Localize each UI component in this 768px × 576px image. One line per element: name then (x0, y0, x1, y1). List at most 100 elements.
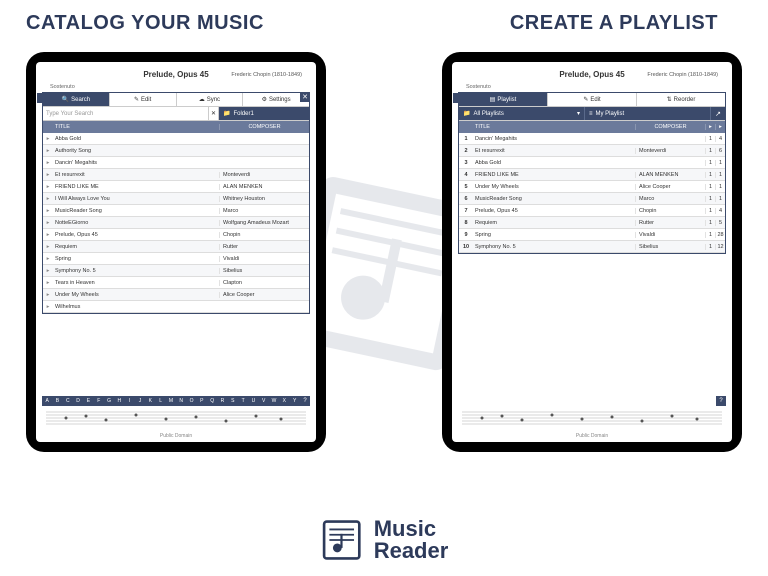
row-title: Spring (473, 232, 635, 238)
folder-icon: 📁 (463, 110, 470, 117)
table-row[interactable]: 3Abba Gold11 (459, 157, 725, 169)
table-row[interactable]: 9SpringVivaldi128 (459, 229, 725, 241)
alpha-N[interactable]: N (176, 396, 186, 406)
table-row[interactable]: ▸NotteEGiornoWolfgang Amadeus Mozart (43, 217, 309, 229)
table-row[interactable]: ▸Under My WheelsAlice Cooper (43, 289, 309, 301)
alpha-Y[interactable]: Y (290, 396, 300, 406)
alpha-H[interactable]: H (114, 396, 124, 406)
alpha-Q[interactable]: Q (207, 396, 217, 406)
alpha-K[interactable]: K (145, 396, 155, 406)
row-title: Symphony No. 5 (53, 268, 219, 274)
score-composer: Frederic Chopin (1810-1849) (231, 72, 302, 78)
all-playlists-dropdown[interactable]: 📁All Playlists▾ (459, 107, 585, 120)
alpha-E[interactable]: E (83, 396, 93, 406)
table-row[interactable]: ▸Symphony No. 5Sibelius (43, 265, 309, 277)
table-row[interactable]: ▸Prelude, Opus 45Chopin (43, 229, 309, 241)
alpha-D[interactable]: D (73, 396, 83, 406)
expand-icon[interactable]: ▸ (43, 136, 53, 142)
expand-icon[interactable]: ▸ (43, 208, 53, 214)
expand-icon[interactable]: ▸ (43, 280, 53, 286)
col-title[interactable]: TITLE (473, 124, 635, 130)
table-row[interactable]: 8RequiemRutter15 (459, 217, 725, 229)
sync-icon: ☁ (199, 96, 205, 103)
col-title[interactable]: TITLE (53, 124, 219, 130)
brand-line2: Reader (374, 540, 449, 562)
alpha-C[interactable]: C (63, 396, 73, 406)
table-row[interactable]: 5Under My WheelsAlice Cooper11 (459, 181, 725, 193)
alpha-V[interactable]: V (259, 396, 269, 406)
tab-sync-label: Sync (207, 97, 220, 103)
table-row[interactable]: 6MusicReader SongMarco11 (459, 193, 725, 205)
grip-icon[interactable] (453, 93, 459, 103)
row-composer: Vivaldi (219, 256, 309, 262)
alpha-B[interactable]: B (52, 396, 62, 406)
tab-playlist[interactable]: ▤Playlist (459, 93, 548, 106)
table-row[interactable]: ▸Tears in HeavenClapton (43, 277, 309, 289)
expand-icon[interactable]: ▸ (43, 172, 53, 178)
table-row[interactable]: ▸Et resurrexitMonteverdi (43, 169, 309, 181)
table-row[interactable]: ▸Dancin' Megahits (43, 157, 309, 169)
close-icon[interactable]: ✕ (300, 92, 310, 102)
help-icon[interactable]: ? (300, 396, 310, 406)
expand-icon[interactable]: ▸ (43, 148, 53, 154)
expand-icon[interactable]: ▸ (43, 220, 53, 226)
table-row[interactable]: 4FRIEND LIKE MEALAN MENKEN11 (459, 169, 725, 181)
row-composer: Chopin (219, 232, 309, 238)
col-a[interactable]: ▸ (705, 124, 715, 130)
expand-icon[interactable]: ▸ (43, 232, 53, 238)
expand-icon[interactable]: ▸ (43, 268, 53, 274)
alpha-S[interactable]: S (228, 396, 238, 406)
alpha-L[interactable]: L (155, 396, 165, 406)
expand-icon[interactable]: ▸ (43, 244, 53, 250)
expand-icon[interactable]: ▸ (43, 256, 53, 262)
alpha-A[interactable]: A (42, 396, 52, 406)
tab-sync[interactable]: ☁Sync (177, 93, 244, 106)
alpha-U[interactable]: U (248, 396, 258, 406)
alpha-M[interactable]: M (166, 396, 176, 406)
folder-dropdown[interactable]: 📁Folder1 (219, 107, 309, 120)
expand-icon[interactable]: ▸ (43, 184, 53, 190)
row-composer: Rutter (635, 220, 705, 226)
table-row[interactable]: ▸Abba Gold (43, 133, 309, 145)
share-icon[interactable]: ↗ (711, 107, 725, 120)
table-row[interactable]: 10Symphony No. 5Sibelius112 (459, 241, 725, 253)
table-row[interactable]: ▸MusicReader SongMarco (43, 205, 309, 217)
alpha-R[interactable]: R (217, 396, 227, 406)
expand-icon[interactable]: ▸ (43, 196, 53, 202)
alpha-J[interactable]: J (135, 396, 145, 406)
table-row[interactable]: ▸Wilhelmus (43, 301, 309, 313)
music-staff (462, 410, 722, 428)
table-row[interactable]: 2Et resurrexitMonteverdi16 (459, 145, 725, 157)
expand-icon[interactable]: ▸ (43, 304, 53, 310)
col-b[interactable]: ▸ (715, 124, 725, 130)
tab-reorder[interactable]: ⇅Reorder (637, 93, 725, 106)
my-playlist-dropdown[interactable]: ≡My Playlist (585, 107, 711, 120)
table-row[interactable]: ▸I Will Always Love YouWhitney Houston (43, 193, 309, 205)
search-input[interactable]: Type Your Search (43, 107, 209, 120)
alpha-I[interactable]: I (125, 396, 135, 406)
alpha-X[interactable]: X (279, 396, 289, 406)
expand-icon[interactable]: ▸ (43, 292, 53, 298)
alpha-O[interactable]: O (186, 396, 196, 406)
table-row[interactable]: 7Prelude, Opus 45Chopin14 (459, 205, 725, 217)
clear-icon[interactable]: ✕ (209, 107, 219, 120)
col-composer[interactable]: COMPOSER (635, 124, 705, 130)
table-row[interactable]: 1Dancin' Megahits14 (459, 133, 725, 145)
tab-search-label: Search (71, 97, 90, 103)
alpha-F[interactable]: F (94, 396, 104, 406)
help-icon[interactable]: ? (716, 396, 726, 406)
expand-icon[interactable]: ▸ (43, 160, 53, 166)
tab-edit[interactable]: ✎Edit (548, 93, 637, 106)
table-row[interactable]: ▸SpringVivaldi (43, 253, 309, 265)
table-row[interactable]: ▸Authority Song (43, 145, 309, 157)
tab-edit[interactable]: ✎Edit (110, 93, 177, 106)
table-row[interactable]: ▸FRIEND LIKE MEALAN MENKEN (43, 181, 309, 193)
grip-icon[interactable] (37, 93, 43, 103)
alpha-P[interactable]: P (197, 396, 207, 406)
alpha-T[interactable]: T (238, 396, 248, 406)
table-row[interactable]: ▸RequiemRutter (43, 241, 309, 253)
tab-search[interactable]: 🔍Search (43, 93, 110, 106)
alpha-W[interactable]: W (269, 396, 279, 406)
col-composer[interactable]: COMPOSER (219, 124, 309, 130)
alpha-G[interactable]: G (104, 396, 114, 406)
